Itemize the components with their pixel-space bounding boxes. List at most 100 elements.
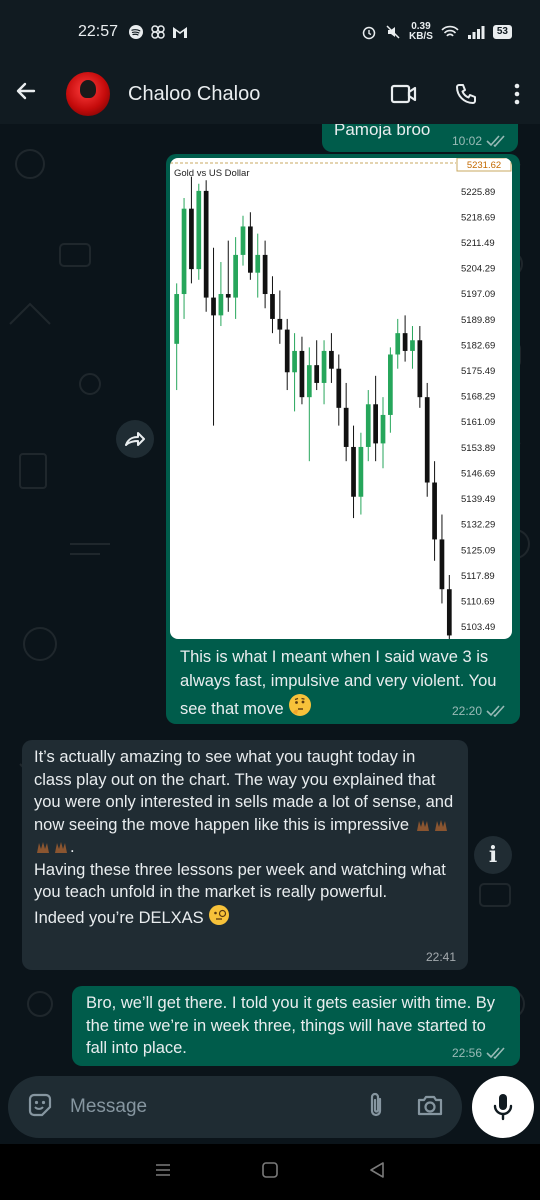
camera-icon xyxy=(417,1095,443,1115)
candle-up xyxy=(240,226,246,255)
camera-button[interactable] xyxy=(416,1093,444,1122)
current-price-label: 5231.62 xyxy=(467,160,501,171)
y-tick-label: 5117.89 xyxy=(461,571,495,582)
message-paragraph: It’s actually amazing to see what you ta… xyxy=(34,748,458,834)
raised-hands-icon xyxy=(55,842,67,853)
y-tick-label: 5168.29 xyxy=(461,392,495,403)
status-bar: 22:57 0.39 KB/S 53 xyxy=(0,0,540,64)
mute-icon xyxy=(386,25,400,39)
message-bubble-incoming[interactable]: It’s actually amazing to see what you ta… xyxy=(22,740,468,970)
system-nav-bar xyxy=(0,1144,540,1200)
chat-area[interactable]: Pamoja broo 10:02 Gold vs US Dollar 5225… xyxy=(0,124,540,1144)
thinking-face-icon xyxy=(289,694,312,716)
menu-lines-icon xyxy=(156,1163,171,1176)
y-tick-label: 5204.29 xyxy=(461,264,495,275)
battery-indicator: 53 xyxy=(492,25,512,39)
message-meta: 22:41 xyxy=(426,950,456,964)
double-check-icon xyxy=(486,135,505,147)
back-button[interactable] xyxy=(14,79,54,110)
arrow-left-icon xyxy=(16,82,36,99)
more-options-button[interactable] xyxy=(514,83,520,105)
y-tick-label: 5110.69 xyxy=(461,596,495,607)
candle-down xyxy=(417,340,423,398)
signal-icon xyxy=(467,26,485,39)
status-time: 22:57 xyxy=(78,23,119,40)
candle-up xyxy=(181,208,187,295)
spotify-icon xyxy=(129,25,144,39)
voice-call-button[interactable] xyxy=(454,82,478,106)
candle-up xyxy=(233,254,238,298)
message-time: 22:20 xyxy=(451,704,482,718)
notification-icons xyxy=(128,24,188,40)
home-button[interactable] xyxy=(261,1161,279,1184)
net-speed-unit: KB/S xyxy=(408,31,433,42)
y-tick-label: 5161.09 xyxy=(461,417,495,428)
recent-apps-button[interactable] xyxy=(154,1162,172,1183)
message-paragraph: Indeed you’re DELXAS xyxy=(34,908,204,927)
message-time: 22:56 xyxy=(451,1046,482,1060)
candle-up xyxy=(292,350,297,373)
candle-down xyxy=(373,404,378,444)
y-tick-label: 5225.89 xyxy=(461,187,495,198)
forward-button[interactable] xyxy=(116,420,154,458)
candle-down xyxy=(270,294,275,319)
attach-button[interactable] xyxy=(366,1091,386,1124)
microphone-icon xyxy=(493,1094,513,1121)
message-bubble-outgoing[interactable]: Bro, we’ll get there. I told you it gets… xyxy=(72,986,520,1066)
y-tick-label: 5132.29 xyxy=(461,520,495,531)
contact-name[interactable]: Chaloo Chaloo xyxy=(128,83,260,106)
chart-title: Gold vs US Dollar xyxy=(174,168,250,179)
candle-up xyxy=(306,365,312,398)
y-tick-label: 5197.09 xyxy=(461,289,495,300)
y-tick-label: 5175.49 xyxy=(461,366,495,377)
video-call-button[interactable] xyxy=(390,83,418,105)
candle-down xyxy=(248,226,253,273)
candle-down xyxy=(284,329,290,373)
candle-down xyxy=(343,407,349,447)
phone-icon xyxy=(456,84,476,104)
candle-up xyxy=(395,333,401,355)
system-icons: 0.39 KB/S 53 xyxy=(361,22,512,42)
video-camera-icon xyxy=(390,84,417,104)
candle-down xyxy=(402,333,408,351)
candle-down xyxy=(336,368,342,408)
y-tick-label: 5211.49 xyxy=(461,238,495,249)
candle-down xyxy=(314,365,320,383)
message-time: 10:02 xyxy=(451,134,482,148)
message-text: It’s actually amazing to see what you ta… xyxy=(34,748,458,927)
candle-down xyxy=(446,589,452,636)
message-composer[interactable]: Message xyxy=(8,1076,462,1138)
info-button[interactable]: i xyxy=(474,836,512,874)
network-speed: 0.39 KB/S xyxy=(409,22,433,42)
candle-down xyxy=(439,539,445,590)
raised-hands-icon xyxy=(37,842,49,853)
message-text: Pamoja broo xyxy=(334,124,431,139)
forward-icon xyxy=(125,432,145,446)
candlestick-chart: Gold vs US Dollar 5225.89 5218.69 5211.49 5… xyxy=(170,158,512,639)
candle-up xyxy=(321,350,327,383)
y-tick-label: 5146.69 xyxy=(461,468,495,479)
message-time: 22:41 xyxy=(425,950,456,964)
candle-down xyxy=(329,350,334,369)
chart-image[interactable]: Gold vs US Dollar 5225.89 5218.69 5211.49 5… xyxy=(170,158,512,639)
y-tick-label: 5139.49 xyxy=(461,494,495,505)
candle-up xyxy=(388,354,393,415)
chat-header: Chaloo Chaloo xyxy=(0,64,540,124)
raised-hands-icon xyxy=(416,819,429,831)
sticker-icon xyxy=(28,1093,52,1116)
emoji-button[interactable] xyxy=(26,1091,54,1124)
candle-down xyxy=(262,254,268,295)
voice-record-button[interactable] xyxy=(472,1076,534,1138)
y-tick-label: 5125.09 xyxy=(461,545,495,556)
message-bubble-outgoing[interactable]: Pamoja broo 10:02 xyxy=(322,124,518,152)
y-tick-label: 5153.89 xyxy=(461,443,495,454)
info-icon: i xyxy=(488,842,498,868)
message-meta: 22:20 xyxy=(452,704,506,718)
message-meta: 22:56 xyxy=(452,1046,506,1060)
candle-up xyxy=(255,254,261,273)
system-back-button[interactable] xyxy=(368,1161,386,1184)
message-input[interactable]: Message xyxy=(70,1096,147,1118)
message-bubble-outgoing-image[interactable]: Gold vs US Dollar 5225.89 5218.69 5211.49 5… xyxy=(166,154,520,724)
contact-avatar[interactable] xyxy=(66,72,110,116)
triangle-back-icon xyxy=(369,1161,384,1178)
